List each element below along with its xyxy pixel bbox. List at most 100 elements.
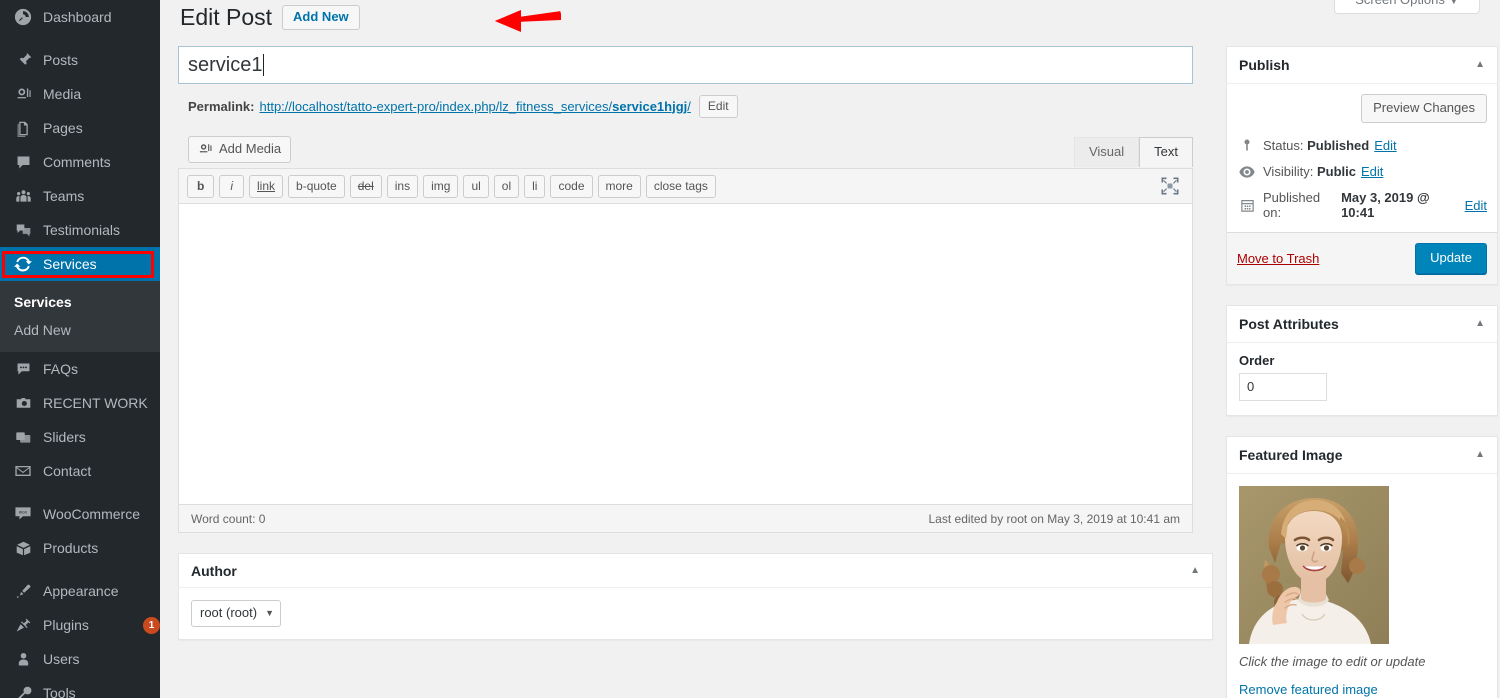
sidebar-item-label: Pages [43,120,83,136]
publish-actions-row: Move to Trash Update [1227,232,1497,284]
featured-image-metabox: Featured Image ▲ Click the image to edit… [1226,436,1498,698]
pages-icon [12,118,34,138]
text-cursor [263,54,265,76]
chevron-up-icon[interactable]: ▲ [1475,60,1485,70]
media-icon [12,84,34,104]
images-icon [12,427,34,447]
quicktag-del-button[interactable]: del [349,175,382,198]
sidebar-item-products[interactable]: Products [0,531,160,565]
menu-separator [0,488,160,497]
screen-options-label: Screen Options [1355,0,1445,7]
sidebar-item-label: Dashboard [43,9,112,25]
status-row: Status: Published Edit [1237,133,1487,159]
tab-visual[interactable]: Visual [1073,137,1140,167]
preview-row: Preview Changes [1237,94,1487,123]
tab-text[interactable]: Text [1139,137,1193,167]
edit-published-date-link[interactable]: Edit [1465,198,1487,213]
comment-icon [12,152,34,172]
sidebar-item-teams[interactable]: Teams [0,179,160,213]
quicktag-img-button[interactable]: img [423,175,459,198]
sidebar-item-appearance[interactable]: Appearance [0,574,160,608]
add-media-button[interactable]: Add Media [188,136,292,163]
status-value: Published [1307,138,1370,153]
sidebar-item-sliders[interactable]: Sliders [0,420,160,454]
chevron-up-icon[interactable]: ▲ [1190,565,1200,576]
quicktags-toolbar: b i link b-quote del ins img ul ol li co… [178,168,1193,203]
edit-permalink-button[interactable]: Edit [698,94,738,118]
plugin-icon [12,615,34,635]
admin-sidebar: Dashboard Posts Media Pages Comments Tea… [0,0,160,698]
sidebar-item-label: WooCommerce [43,506,140,522]
quicktag-italic-button[interactable]: i [219,175,245,198]
quicktag-li-button[interactable]: li [524,175,546,198]
post-title-input[interactable]: service1 [178,46,1193,84]
preview-changes-button[interactable]: Preview Changes [1361,94,1487,123]
quicktag-bquote-button[interactable]: b-quote [288,175,345,198]
quicktag-bold-button[interactable]: b [187,175,215,198]
chevron-up-icon[interactable]: ▲ [1475,450,1485,460]
sidebar-item-testimonials[interactable]: Testimonials [0,213,160,247]
remove-featured-image-link[interactable]: Remove featured image [1239,682,1485,697]
tools-icon [12,683,34,698]
chevron-up-icon[interactable]: ▲ [1475,319,1485,329]
sidebar-item-pages[interactable]: Pages [0,111,160,145]
brush-icon [12,581,34,601]
sidebar-item-label: Teams [43,188,85,204]
publish-metabox-title: Publish [1239,57,1290,73]
author-metabox-body: root (root) ▼ [179,588,1212,639]
quicktag-code-button[interactable]: code [550,175,593,198]
sidebar-item-contact[interactable]: Contact [0,454,160,488]
menu-separator [0,34,160,43]
permalink-label: Permalink: [188,98,255,114]
order-input[interactable] [1239,373,1327,401]
featured-image-thumbnail[interactable] [1239,486,1389,644]
sidebar-item-label: Posts [43,52,79,68]
screen-options-toggle[interactable]: Screen Options▼ [1334,0,1480,14]
permalink-base: http://localhost/tatto-expert-pro/index.… [259,98,613,114]
post-attributes-header: Post Attributes ▲ [1227,306,1497,343]
fullscreen-icon[interactable] [1160,176,1180,196]
sidebar-item-label: Contact [43,463,92,479]
submenu-item-services[interactable]: Services [0,288,160,316]
post-title-value: service1 [188,54,263,76]
sidebar-item-tools[interactable]: Tools [0,676,160,698]
sidebar-item-users[interactable]: Users [0,642,160,676]
sidebar-item-label: RECENT WORK [43,395,148,411]
sidebar-item-label: Tools [43,685,76,698]
sidebar-item-plugins[interactable]: Plugins 1 [0,608,160,642]
submenu-item-add-new[interactable]: Add New [0,316,160,344]
sidebar-item-posts[interactable]: Posts [0,43,160,77]
update-button[interactable]: Update [1415,243,1487,274]
sidebar-item-label: Media [43,86,82,102]
quicktag-ol-button[interactable]: ol [493,175,520,198]
permalink-link[interactable]: http://localhost/tatto-expert-pro/index.… [259,99,690,114]
author-select-value: root (root) [200,605,258,620]
sidebar-item-recent-work[interactable]: RECENT WORK [0,386,160,420]
move-to-trash-link[interactable]: Move to Trash [1237,251,1319,266]
sidebar-item-media[interactable]: Media [0,77,160,111]
author-select[interactable]: root (root) ▼ [191,600,281,627]
order-label: Order [1239,353,1275,368]
sidebar-item-dashboard[interactable]: Dashboard [0,0,160,34]
quicktag-ins-button[interactable]: ins [386,175,419,198]
featured-image-title: Featured Image [1239,447,1343,463]
sidebar-item-woocommerce[interactable]: woo WooCommerce [0,497,160,531]
quicktag-close-tags-button[interactable]: close tags [645,175,716,198]
featured-image-body: Click the image to edit or update Remove… [1227,474,1497,698]
quicktag-link-button[interactable]: link [249,175,284,198]
quicktag-more-button[interactable]: more [597,175,641,198]
edit-status-link[interactable]: Edit [1374,138,1396,153]
post-content-textarea[interactable] [178,203,1193,505]
sidebar-item-faqs[interactable]: FAQs [0,352,160,386]
edit-visibility-link[interactable]: Edit [1361,164,1383,179]
author-metabox-title: Author [191,562,237,579]
permalink-row: Permalink: http://localhost/tatto-expert… [178,94,1213,118]
pin-icon [12,50,34,70]
sidebar-item-services[interactable]: Services [0,247,160,281]
sidebar-item-comments[interactable]: Comments [0,145,160,179]
permalink-slug: service1hjgj [612,98,688,114]
sidebar-item-label: Plugins [43,617,89,633]
side-metabox-container: Publish ▲ Preview Changes Status: Publis… [1226,46,1498,698]
add-new-button[interactable]: Add New [282,5,360,30]
quicktag-ul-button[interactable]: ul [463,175,489,198]
